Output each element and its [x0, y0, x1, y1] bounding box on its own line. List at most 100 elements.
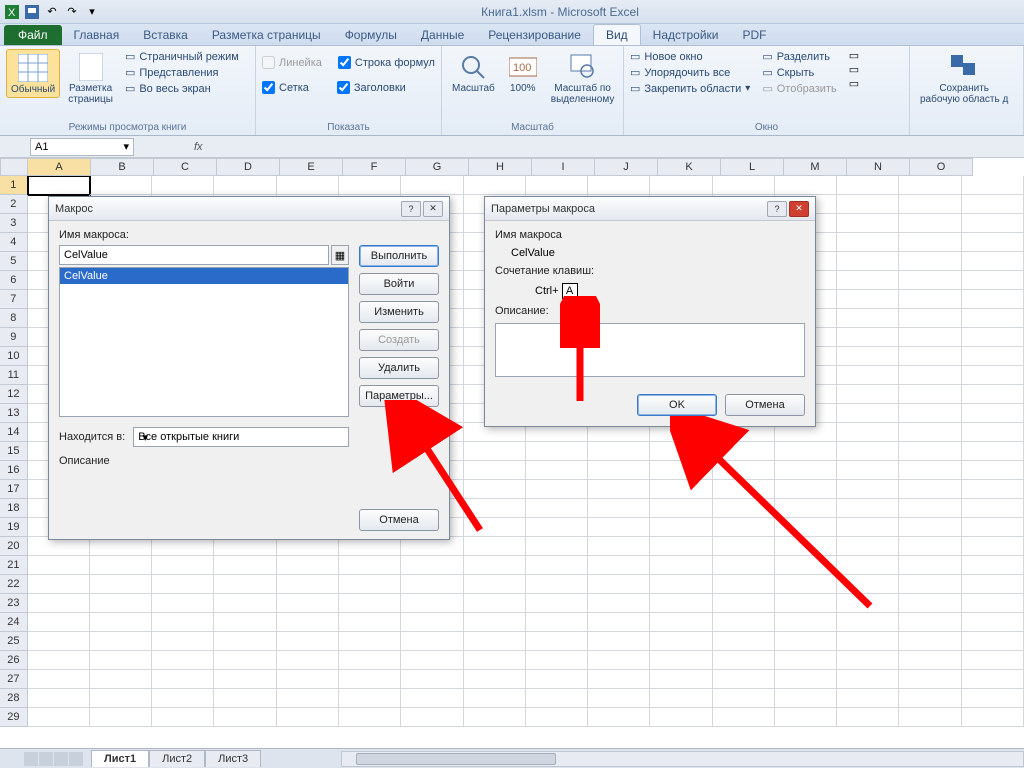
cell[interactable]	[90, 176, 152, 195]
cell[interactable]	[28, 689, 90, 708]
cell[interactable]	[152, 651, 214, 670]
cell[interactable]	[899, 385, 961, 404]
cell[interactable]	[28, 575, 90, 594]
cell[interactable]	[464, 575, 526, 594]
cell[interactable]	[837, 499, 899, 518]
cell[interactable]	[401, 556, 463, 575]
tab-review[interactable]: Рецензирование	[476, 25, 593, 45]
cell[interactable]	[588, 689, 650, 708]
cell[interactable]	[152, 594, 214, 613]
qat-dropdown-icon[interactable]: ▾	[84, 4, 100, 20]
col-header[interactable]: F	[343, 158, 406, 176]
shortcut-key-input[interactable]	[562, 283, 578, 299]
cell[interactable]	[713, 613, 775, 632]
cell[interactable]	[713, 518, 775, 537]
cell[interactable]	[713, 537, 775, 556]
cell[interactable]	[650, 670, 712, 689]
cell[interactable]	[837, 518, 899, 537]
cell[interactable]	[588, 176, 650, 195]
col-header[interactable]: D	[217, 158, 280, 176]
delete-button[interactable]: Удалить	[359, 357, 439, 379]
horizontal-scrollbar[interactable]	[341, 751, 1024, 767]
cell[interactable]	[837, 214, 899, 233]
cell[interactable]	[526, 632, 588, 651]
cell[interactable]	[526, 556, 588, 575]
cell[interactable]	[962, 556, 1024, 575]
cell[interactable]	[588, 670, 650, 689]
cell[interactable]	[464, 708, 526, 727]
row-header[interactable]: 27	[0, 670, 28, 689]
cell[interactable]	[837, 556, 899, 575]
cell[interactable]	[90, 689, 152, 708]
zoom-button[interactable]: Масштаб	[448, 49, 499, 96]
macro-refedit-icon[interactable]: ▦	[331, 245, 349, 265]
cell[interactable]	[775, 651, 837, 670]
cell[interactable]	[401, 632, 463, 651]
col-header[interactable]: C	[154, 158, 217, 176]
cell[interactable]	[464, 689, 526, 708]
cell[interactable]	[90, 594, 152, 613]
cancel-button[interactable]: Отмена	[359, 509, 439, 531]
col-header[interactable]: H	[469, 158, 532, 176]
cell[interactable]	[962, 328, 1024, 347]
cell[interactable]	[28, 594, 90, 613]
macro-name-input[interactable]	[59, 245, 329, 265]
cell[interactable]	[775, 708, 837, 727]
cell[interactable]	[899, 632, 961, 651]
row-header[interactable]: 4	[0, 233, 28, 252]
cell[interactable]	[214, 632, 276, 651]
cell[interactable]	[650, 632, 712, 651]
cell[interactable]	[339, 708, 401, 727]
cell[interactable]	[713, 480, 775, 499]
cell[interactable]	[713, 442, 775, 461]
cell[interactable]	[899, 442, 961, 461]
opts-desc-textarea[interactable]	[495, 323, 805, 377]
freeze-button[interactable]: ▭Закрепить области ▾	[630, 81, 750, 96]
cell[interactable]	[401, 594, 463, 613]
cell[interactable]	[899, 708, 961, 727]
save-icon[interactable]	[24, 4, 40, 20]
cell[interactable]	[775, 575, 837, 594]
cell[interactable]	[90, 575, 152, 594]
cell[interactable]	[775, 442, 837, 461]
options-button[interactable]: Параметры...	[359, 385, 439, 407]
dialog-titlebar[interactable]: Макрос ? ✕	[49, 197, 449, 221]
cell[interactable]	[588, 461, 650, 480]
close-icon[interactable]: ✕	[423, 201, 443, 217]
row-header[interactable]: 17	[0, 480, 28, 499]
cell[interactable]	[899, 689, 961, 708]
cell[interactable]	[152, 176, 214, 195]
row-header[interactable]: 11	[0, 366, 28, 385]
cell[interactable]	[837, 233, 899, 252]
headings-checkbox[interactable]: Заголовки	[337, 80, 406, 95]
row-header[interactable]: 18	[0, 499, 28, 518]
cell[interactable]	[28, 651, 90, 670]
row-header[interactable]: 13	[0, 404, 28, 423]
cell[interactable]	[775, 556, 837, 575]
cell[interactable]	[588, 651, 650, 670]
row-header[interactable]: 28	[0, 689, 28, 708]
cell[interactable]	[899, 271, 961, 290]
cell[interactable]	[837, 651, 899, 670]
cell[interactable]	[899, 347, 961, 366]
help-icon[interactable]: ?	[767, 201, 787, 217]
cell[interactable]	[526, 651, 588, 670]
cell[interactable]	[464, 442, 526, 461]
cell[interactable]	[28, 613, 90, 632]
cell[interactable]	[837, 271, 899, 290]
cell[interactable]	[837, 423, 899, 442]
cell[interactable]	[214, 575, 276, 594]
view-normal-button[interactable]: Обычный	[6, 49, 60, 98]
cell[interactable]	[962, 195, 1024, 214]
cell[interactable]	[650, 594, 712, 613]
sheet-tab[interactable]: Лист1	[91, 750, 149, 767]
cell[interactable]	[899, 594, 961, 613]
cell[interactable]	[962, 480, 1024, 499]
col-header[interactable]: O	[910, 158, 973, 176]
cell[interactable]	[277, 556, 339, 575]
col-header[interactable]: K	[658, 158, 721, 176]
cell[interactable]	[152, 689, 214, 708]
cell[interactable]	[526, 176, 588, 195]
cell[interactable]	[962, 309, 1024, 328]
cell[interactable]	[899, 309, 961, 328]
